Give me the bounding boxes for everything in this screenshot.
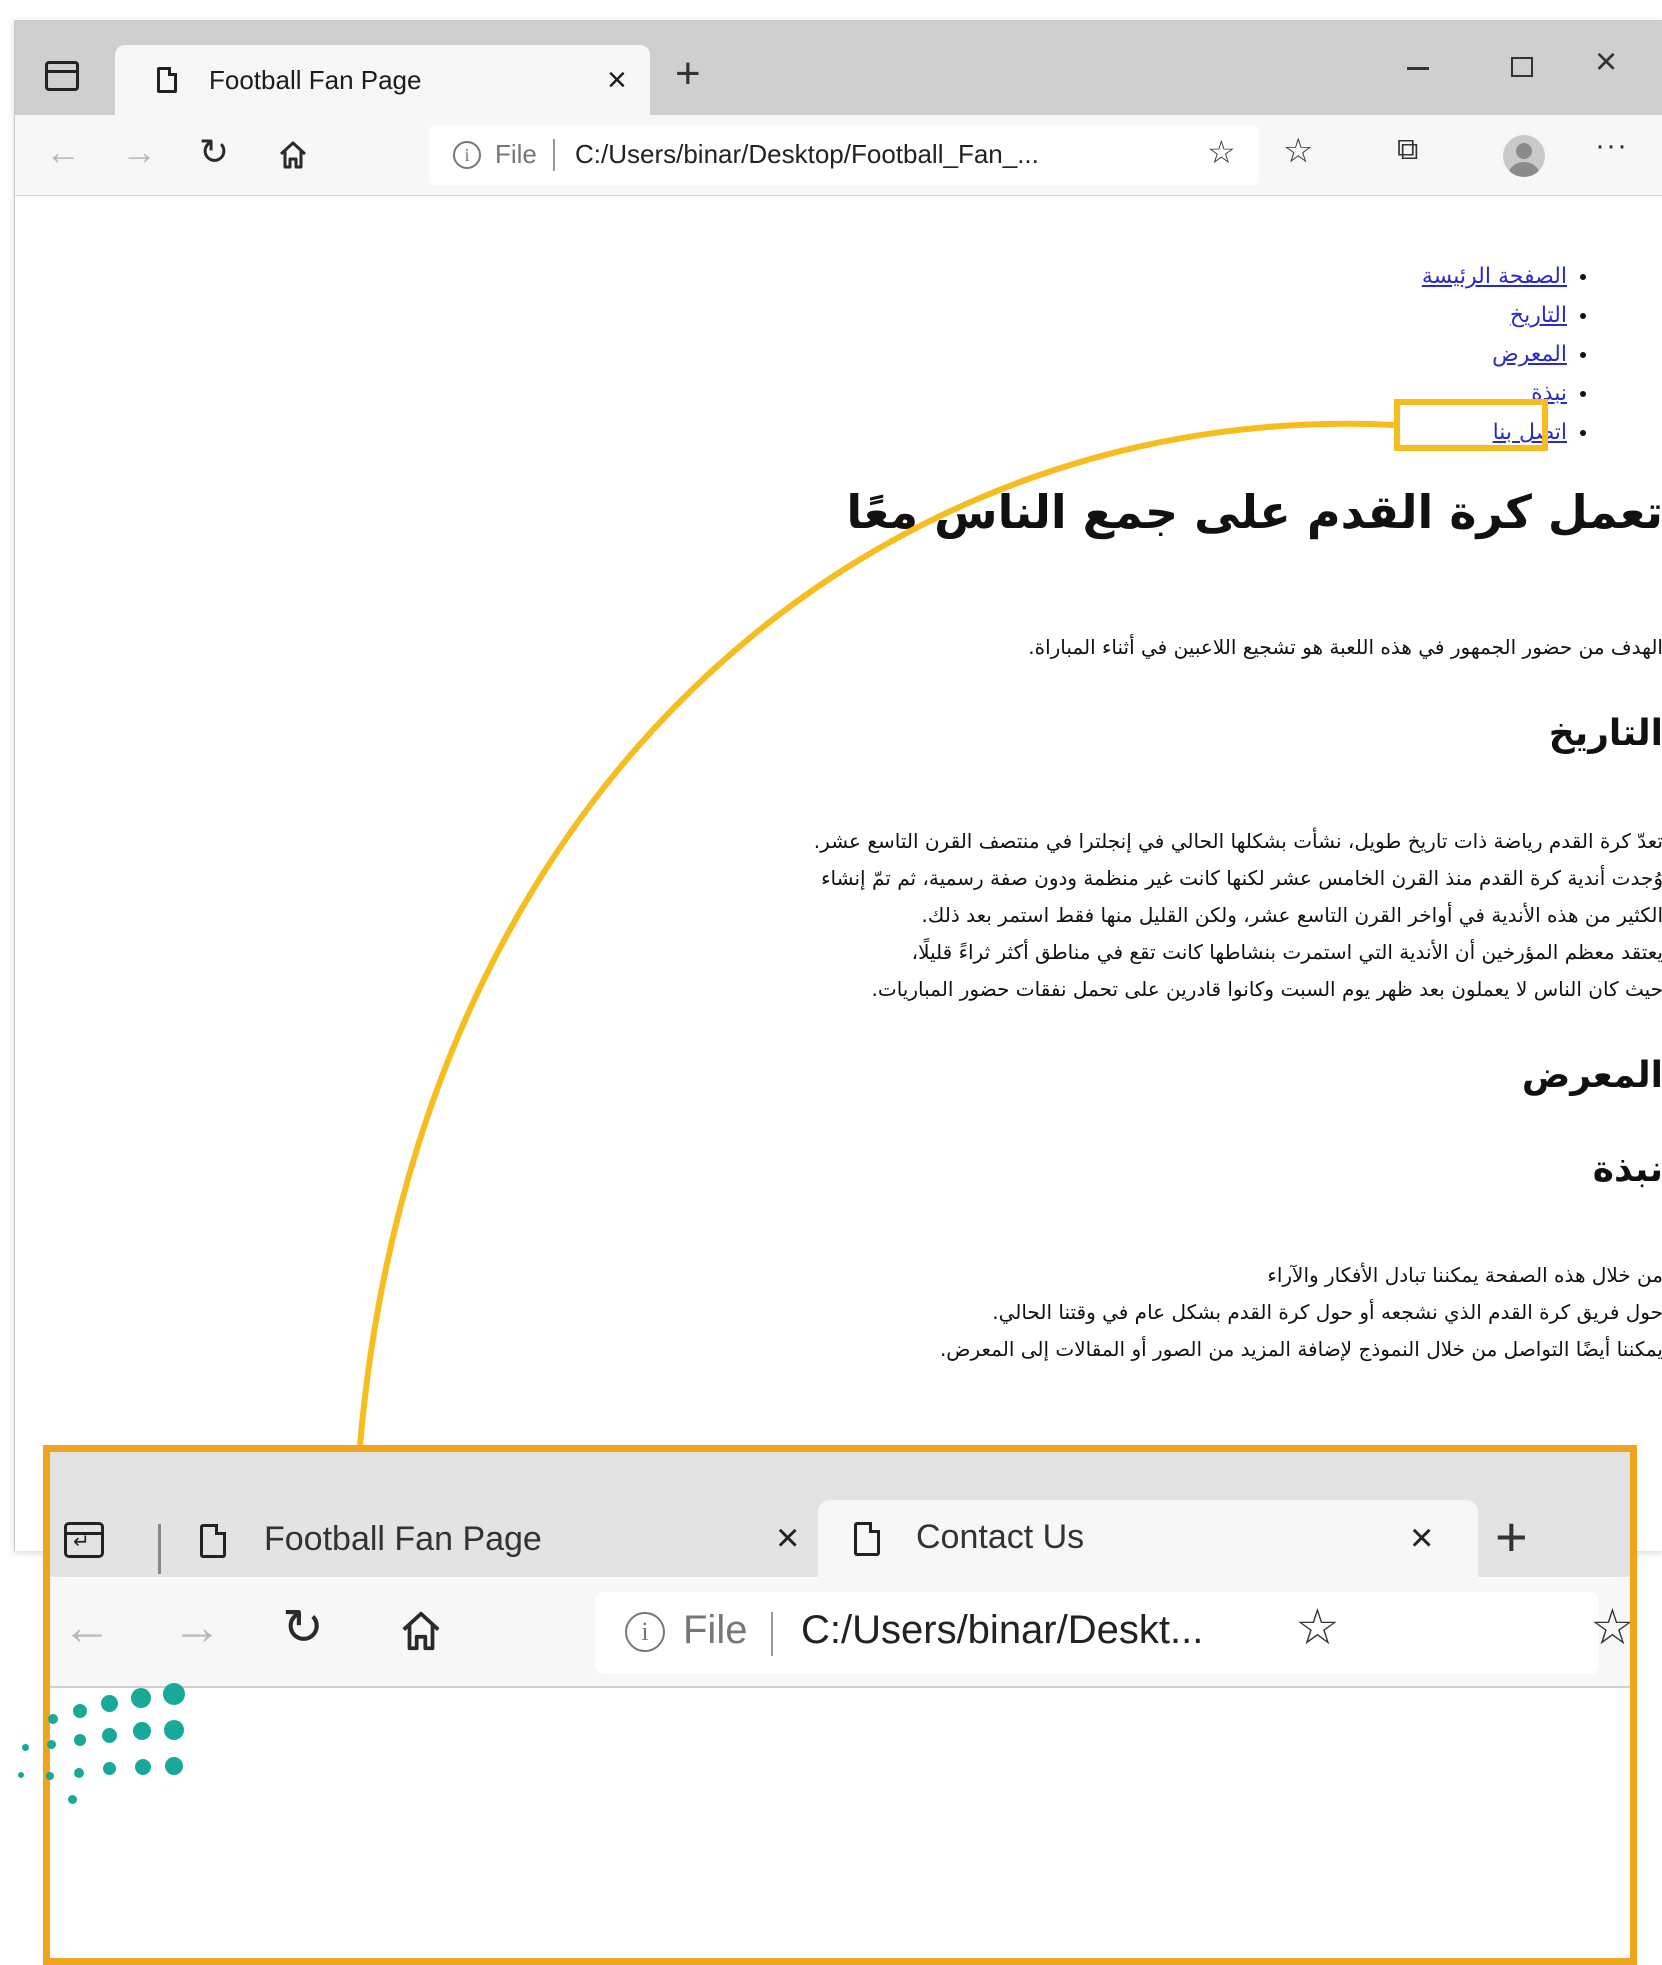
forward-arrow-icon[interactable]: → bbox=[121, 131, 157, 173]
history-line: وُجدت أندية كرة القدم منذ القرن الخامس ع… bbox=[821, 866, 1662, 890]
page-icon bbox=[854, 1522, 880, 1556]
tab-football-fan-page[interactable]: Football Fan Page × bbox=[115, 45, 650, 115]
info-icon[interactable]: i bbox=[625, 1612, 665, 1652]
maximize-icon[interactable] bbox=[1511, 57, 1533, 77]
file-label: File bbox=[495, 139, 537, 169]
window-close-icon[interactable]: × bbox=[1595, 41, 1617, 84]
favorites-icon[interactable]: ☆ bbox=[1283, 131, 1313, 171]
page-title: تعمل كرة القدم على جمع الناس معًا bbox=[846, 485, 1662, 539]
nav-link-gallery[interactable]: المعرض bbox=[1492, 342, 1567, 367]
page-icon bbox=[157, 67, 177, 93]
nav-link-history[interactable]: التاريخ bbox=[1510, 303, 1567, 328]
forward-arrow-icon[interactable]: → bbox=[172, 1598, 222, 1656]
more-icon[interactable]: ··· bbox=[1595, 129, 1628, 163]
about-heading: نبذة bbox=[1592, 1149, 1662, 1190]
tab-bar: Football Fan Page × + × bbox=[15, 21, 1662, 115]
tab-contact-us[interactable]: Contact Us × bbox=[818, 1500, 1478, 1578]
page-icon bbox=[200, 1524, 226, 1558]
nav-item-home: الصفحة الرئيسة bbox=[1422, 257, 1567, 296]
minimize-icon[interactable] bbox=[1407, 67, 1429, 70]
browser-toolbar: ← → ↻ i File C:/Users/binar/Desktop/Foot… bbox=[15, 115, 1662, 196]
zoomed-browser-panel: Football Fan Page × Contact Us × + ← → ↻… bbox=[43, 1445, 1637, 1965]
address-separator bbox=[553, 139, 555, 171]
profile-avatar[interactable] bbox=[1503, 135, 1545, 177]
zoom-toolbar: ← → ↻ i File C:/Users/binar/Deskt... ☆ ☆ bbox=[50, 1578, 1630, 1688]
new-tab-button[interactable]: + bbox=[1495, 1504, 1528, 1569]
home-icon[interactable] bbox=[277, 139, 309, 171]
intro-paragraph: الهدف من حضور الجمهور في هذه اللعبة هو ت… bbox=[1028, 635, 1662, 659]
refresh-icon[interactable]: ↻ bbox=[282, 1598, 324, 1656]
tab-title: Football Fan Page bbox=[209, 65, 422, 95]
collections-icon[interactable]: ⧉ bbox=[1397, 133, 1418, 167]
gallery-heading: المعرض bbox=[1521, 1055, 1662, 1096]
about-line: حول فريق كرة القدم الذي نشجعه أو حول كرة… bbox=[992, 1300, 1662, 1324]
contact-link-highlight bbox=[1394, 399, 1548, 451]
address-separator bbox=[771, 1612, 773, 1656]
history-line: تعدّ كرة القدم رياضة ذات تاريخ طويل، نشأ… bbox=[813, 829, 1662, 853]
url-text[interactable]: C:/Users/binar/Desktop/Football_Fan_... bbox=[575, 139, 1039, 170]
file-label: File bbox=[683, 1608, 748, 1652]
home-icon[interactable] bbox=[398, 1608, 444, 1654]
zoom-tab-bar: Football Fan Page × Contact Us × + bbox=[50, 1452, 1630, 1578]
contact-page-body bbox=[50, 1688, 1630, 1958]
history-heading: التاريخ bbox=[1548, 713, 1662, 754]
nav-link-home[interactable]: الصفحة الرئيسة bbox=[1422, 264, 1567, 289]
history-line: حيث كان الناس لا يعملون بعد ظهر يوم السب… bbox=[871, 977, 1662, 1001]
back-arrow-icon[interactable]: ← bbox=[62, 1598, 112, 1656]
tab-close-icon[interactable]: × bbox=[776, 1516, 799, 1561]
tab-close-icon[interactable]: × bbox=[607, 61, 627, 100]
back-arrow-icon[interactable]: ← bbox=[45, 131, 81, 173]
add-favorite-icon[interactable]: ☆ bbox=[1207, 133, 1236, 171]
add-favorite-icon[interactable]: ☆ bbox=[1295, 1598, 1340, 1656]
nav-item-gallery: المعرض bbox=[1422, 335, 1567, 374]
favorites-icon[interactable]: ☆ bbox=[1590, 1598, 1630, 1656]
tab-actions-icon[interactable] bbox=[45, 61, 79, 91]
address-bar[interactable]: i File C:/Users/binar/Deskt... ☆ bbox=[595, 1592, 1599, 1674]
tab-football-fan-page[interactable]: Football Fan Page × bbox=[180, 1512, 800, 1578]
tab-title: Contact Us bbox=[916, 1518, 1085, 1556]
tab-title: Football Fan Page bbox=[264, 1520, 542, 1558]
browser-window: Football Fan Page × + × ← → ↻ i File C:/… bbox=[14, 20, 1662, 1551]
history-line: يعتقد معظم المؤرخين أن الأندية التي استم… bbox=[911, 940, 1662, 964]
nav-item-history: التاريخ bbox=[1422, 296, 1567, 335]
history-line: الكثير من هذه الأندية في أواخر القرن الت… bbox=[921, 903, 1662, 927]
address-bar[interactable]: i File C:/Users/binar/Desktop/Football_F… bbox=[429, 125, 1259, 185]
new-tab-button[interactable]: + bbox=[675, 49, 701, 99]
info-icon[interactable]: i bbox=[453, 141, 481, 169]
tab-divider bbox=[158, 1524, 161, 1574]
url-text[interactable]: C:/Users/binar/Deskt... bbox=[801, 1608, 1203, 1653]
tab-actions-icon[interactable] bbox=[64, 1522, 104, 1558]
refresh-icon[interactable]: ↻ bbox=[199, 131, 229, 173]
about-line: من خلال هذه الصفحة يمكننا تبادل الأفكار … bbox=[1267, 1263, 1662, 1287]
about-line: يمكننا أيضًا التواصل من خلال النموذج لإض… bbox=[939, 1337, 1662, 1361]
tab-close-icon[interactable]: × bbox=[1410, 1516, 1433, 1561]
